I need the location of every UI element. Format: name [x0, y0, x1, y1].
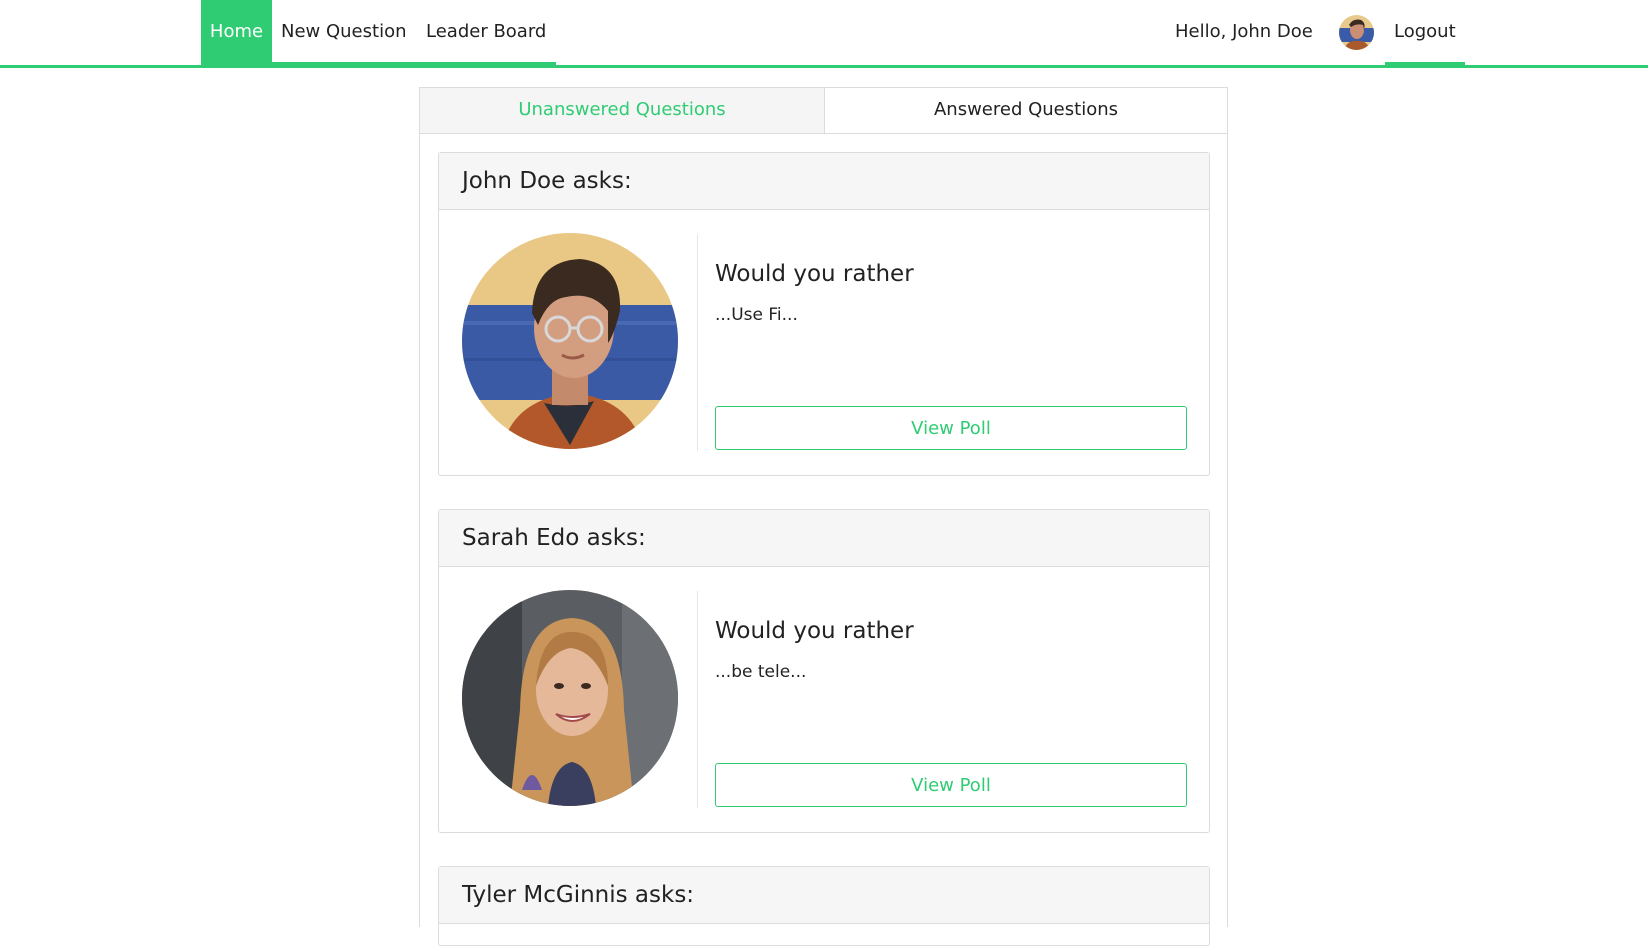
questions-panel: Unanswered Questions Answered Questions … [419, 87, 1228, 946]
tab-answered-questions[interactable]: Answered Questions [825, 88, 1227, 134]
card-divider [697, 591, 698, 808]
question-card-body: Would you rather ...Use Fi... View Poll [439, 210, 1209, 475]
nav-underline [272, 62, 556, 65]
question-snippet: ...be tele... [715, 662, 807, 682]
view-poll-button[interactable]: View Poll [715, 406, 1187, 450]
nav-home[interactable]: Home [201, 0, 272, 65]
author-avatar-icon [462, 233, 678, 449]
question-card: Sarah Edo asks: Would you rather ...be t… [438, 509, 1210, 833]
user-greeting: Hello, John Doe [1175, 21, 1313, 42]
card-divider [697, 234, 698, 451]
top-navbar: Home New Question Leader Board Hello, Jo… [0, 0, 1648, 68]
logout-underline [1385, 62, 1465, 65]
question-card: John Doe asks: Would you rather ...Use F… [438, 152, 1210, 476]
nav-new-question[interactable]: New Question [281, 0, 407, 65]
question-prompt: Would you rather [715, 618, 914, 644]
question-snippet: ...Use Fi... [715, 305, 798, 325]
question-card-author: Tyler McGinnis asks: [439, 867, 1209, 924]
user-avatar-icon [1339, 15, 1374, 50]
nav-leader-board[interactable]: Leader Board [426, 0, 546, 65]
question-card-body: Would you rather ...be tele... View Poll [439, 567, 1209, 832]
question-prompt: Would you rather [715, 261, 914, 287]
question-card-author: John Doe asks: [439, 153, 1209, 210]
author-avatar-icon [462, 590, 678, 806]
question-card-author: Sarah Edo asks: [439, 510, 1209, 567]
tab-unanswered-questions[interactable]: Unanswered Questions [420, 88, 825, 134]
logout-link[interactable]: Logout [1394, 0, 1456, 65]
view-poll-button[interactable]: View Poll [715, 763, 1187, 807]
question-card: Tyler McGinnis asks: [438, 866, 1210, 946]
